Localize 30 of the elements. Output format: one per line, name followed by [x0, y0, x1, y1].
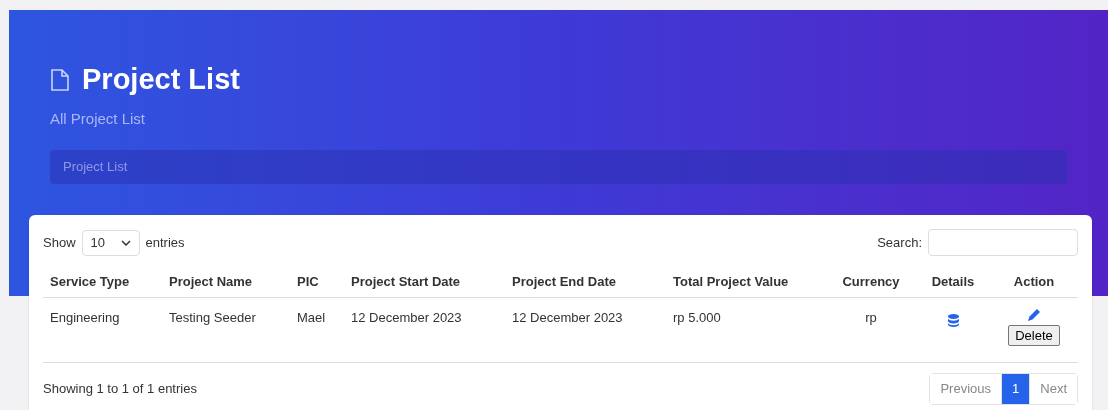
page-subtitle: All Project List [50, 108, 147, 129]
page-length-select[interactable]: 10 [81, 229, 140, 256]
delete-button[interactable]: Delete [1008, 324, 1060, 346]
entries-label: entries [145, 233, 185, 252]
search-field[interactable] [928, 229, 1078, 256]
column-header[interactable]: Project Start Date [344, 266, 505, 297]
column-header[interactable]: Total Project Value [666, 266, 826, 297]
column-header[interactable]: Details [916, 266, 990, 297]
show-label: Show [43, 233, 76, 252]
pagination-button[interactable]: 1 [1001, 373, 1030, 404]
column-header[interactable]: Project End Date [505, 266, 666, 297]
column-header[interactable]: Action [990, 266, 1078, 297]
table-cell: Testing Seeder [162, 297, 290, 362]
entries-info: Showing 1 to 1 of 1 entries [43, 379, 197, 398]
chevron-down-icon [120, 239, 131, 246]
table-cell: rp [826, 297, 916, 362]
column-header[interactable]: Currency [826, 266, 916, 297]
column-header[interactable]: Project Name [162, 266, 290, 297]
table-cell: Mael [290, 297, 344, 362]
pencil-icon[interactable] [1028, 308, 1040, 321]
search-label: Search: [877, 233, 922, 252]
column-header[interactable]: PIC [290, 266, 344, 297]
table-cell: 12 December 2023 [505, 297, 666, 362]
column-header[interactable]: Service Type [43, 266, 162, 297]
table-cell: Engineering [43, 297, 162, 362]
document-icon [50, 67, 70, 92]
page-title: Project List [82, 62, 240, 97]
table-cell: 12 December 2023 [344, 297, 505, 362]
table-cell: rp 5.000 [666, 297, 826, 362]
database-icon[interactable] [947, 313, 959, 327]
